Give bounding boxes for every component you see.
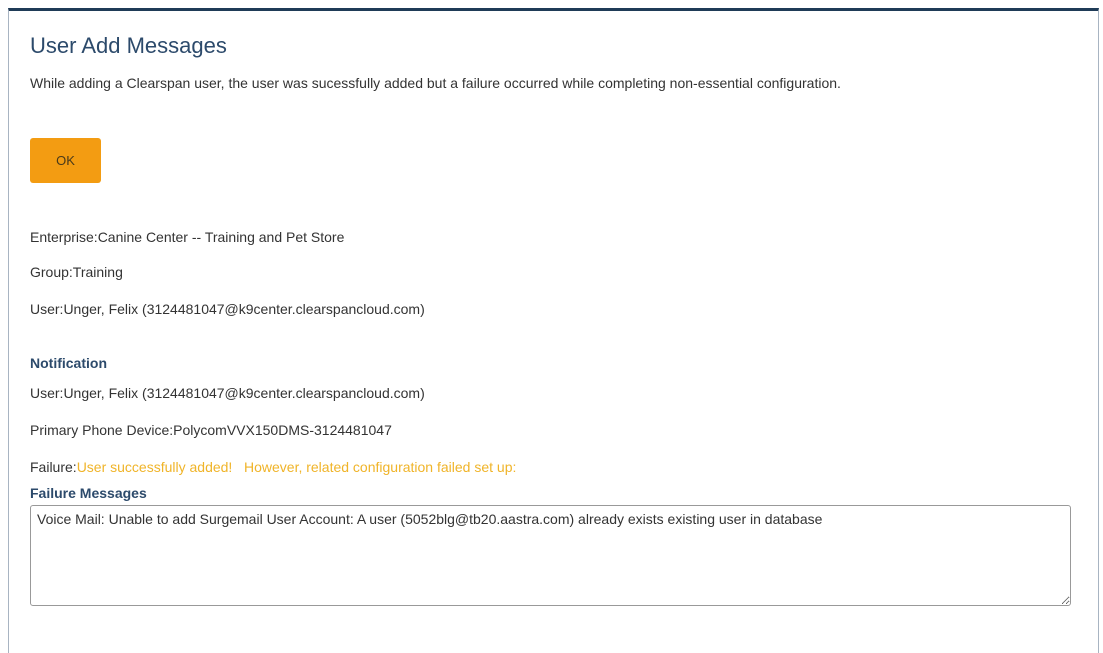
failure-line: Failure:User successfully added! However… [30,459,516,475]
user-detail: User:Unger, Felix (3124481047@k9center.c… [30,301,425,317]
failure-value: User successfully added! However, relate… [76,459,517,475]
page-title: User Add Messages [30,33,227,58]
failure-label: Failure: [30,459,77,475]
group-detail: Group:Training [30,264,123,280]
enterprise-detail: Enterprise:Canine Center -- Training and… [30,229,345,245]
failure-messages-textarea[interactable]: Voice Mail: Unable to add Surgemail User… [30,505,1071,606]
primary-phone-device: Primary Phone Device:PolycomVVX150DMS-31… [30,422,392,438]
ok-button[interactable]: OK [30,138,101,183]
notification-user: User:Unger, Felix (3124481047@k9center.c… [30,385,425,401]
intro-message: While adding a Clearspan user, the user … [30,75,841,91]
notification-heading: Notification [30,355,107,371]
failure-messages-heading: Failure Messages [30,485,147,501]
